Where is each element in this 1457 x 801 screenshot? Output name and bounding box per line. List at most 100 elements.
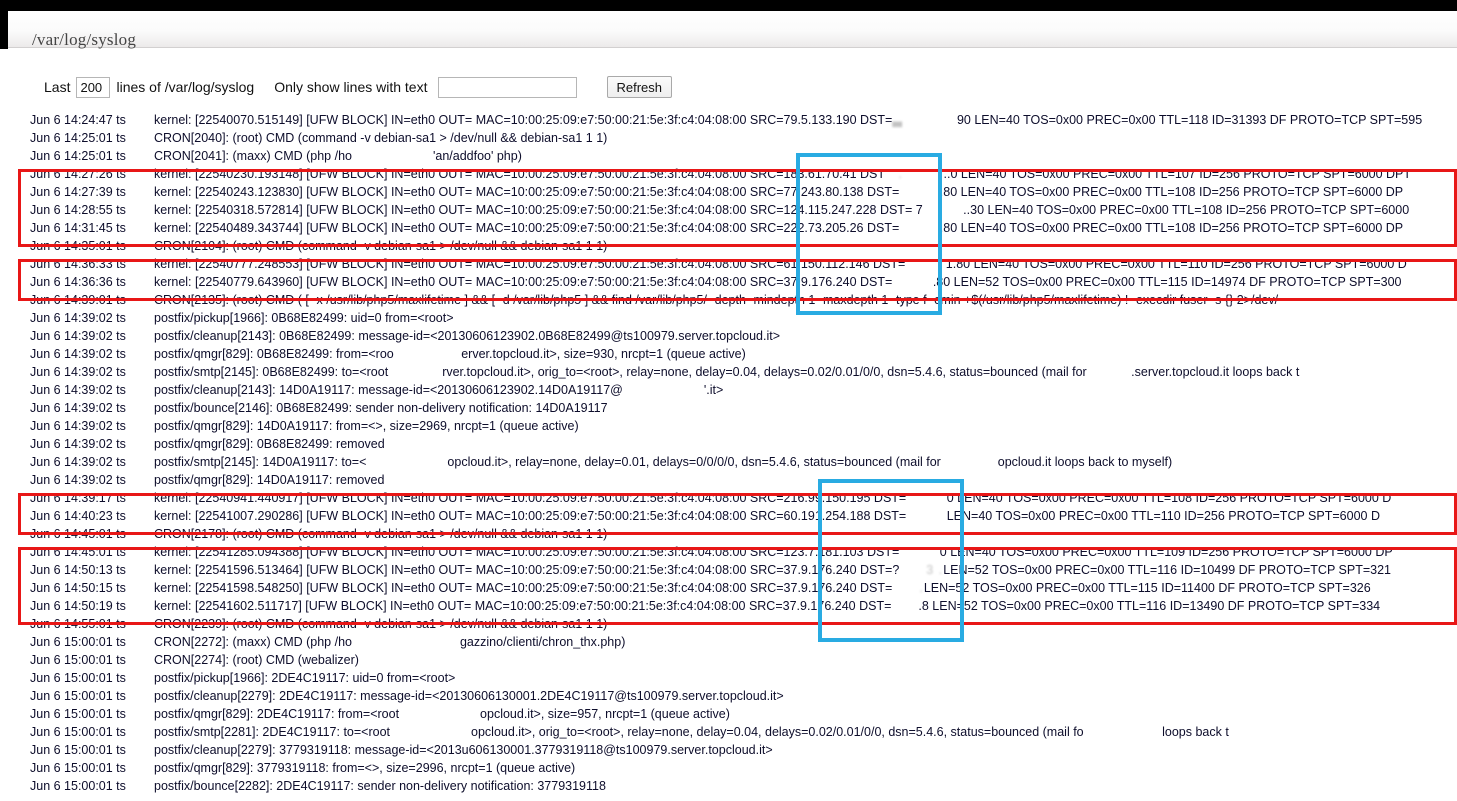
log-message-tail: rver.topcloud.it>, orig_to=<root>, relay…	[442, 365, 1300, 379]
log-message: CRON[2178]: (root) CMD (command -v debia…	[154, 527, 608, 541]
log-message-tail: LEN=40 TOS=0x00 PREC=0x00 TTL=110 ID=256…	[946, 509, 1380, 523]
log-message: CRON[2041]: (maxx) CMD (php /ho	[154, 149, 352, 163]
log-line: Jun 6 14:24:47 ts kernel: [22540070.51514…	[0, 111, 1457, 129]
filter-text-input[interactable]	[437, 76, 577, 98]
log-timestamp: Jun 6 14:39:02 ts	[30, 383, 126, 397]
log-line: Jun 6 14:28:55 ts kernel: [22540318.57281…	[0, 201, 1457, 219]
log-message-tail: gazzino/clienti/chron_thx.php)	[459, 635, 626, 649]
log-line: Jun 6 15:00:01 ts postfix/cleanup[2279]: …	[0, 741, 1457, 759]
log-timestamp: Jun 6 14:25:01 ts	[30, 131, 126, 145]
redacted-text	[891, 597, 918, 615]
log-timestamp: Jun 6 14:36:36 ts	[30, 275, 126, 289]
log-timestamp: Jun 6 15:00:01 ts	[30, 779, 126, 793]
log-line: Jun 6 14:39:02 ts postfix/cleanup[2143]: …	[0, 381, 1457, 399]
log-message: postfix/cleanup[2143]: 0B68E82499: messa…	[154, 329, 781, 343]
log-message: postfix/smtp[2145]: 14D0A19117: to=<	[154, 455, 367, 469]
log-message: CRON[2040]: (root) CMD (command -v debia…	[154, 131, 608, 145]
log-message-tail: 'an/addfoo' php)	[432, 149, 522, 163]
log-message-tail: 0 LEN=40 TOS=0x00 PREC=0x00 TTL=109 ID=2…	[939, 545, 1393, 559]
log-message: CRON[2239]: (root) CMD (command -v debia…	[154, 617, 608, 631]
log-message: postfix/qmgr[829]: 0B68E82499: from=<roo	[154, 347, 394, 361]
log-message-tail: .80 LEN=52 TOS=0x00 PREC=0x00 TTL=115 ID…	[932, 275, 1402, 289]
browser-chrome-top-bar	[0, 0, 1457, 11]
redacted-text	[390, 723, 471, 741]
log-message-tail: LEN=52 TOS=0x00 PREC=0x00 TTL=115 ID=114…	[923, 581, 1371, 595]
log-message: postfix/qmgr[829]: 14D0A19117: from=<>, …	[154, 419, 579, 433]
log-line: Jun 6 14:50:13 ts kernel: [22541596.51346…	[0, 561, 1457, 579]
log-line: Jun 6 14:50:15 ts kernel: [22541598.54825…	[0, 579, 1457, 597]
log-message-tail: LEN=52 TOS=0x00 PREC=0x00 TTL=116 ID=104…	[943, 563, 1392, 577]
log-message: postfix/qmgr[829]: 2DE4C19117: from=<roo…	[154, 707, 400, 721]
redacted-text	[899, 219, 940, 237]
redacted-text	[366, 453, 447, 471]
log-line: Jun 6 15:00:01 ts CRON[2272]: (maxx) CMD …	[0, 633, 1457, 651]
controls-bar: Last lines of /var/log/syslog Only show …	[0, 49, 1457, 111]
log-message-tail: opcloud.it>, orig_to=<root>, relay=none,…	[471, 725, 1229, 739]
log-line: Jun 6 14:39:02 ts postfix/qmgr[829]: 14D0…	[0, 471, 1457, 489]
redacted-text: 3 .	[899, 563, 944, 577]
log-timestamp: Jun 6 14:39:02 ts	[30, 329, 126, 343]
log-message-tail: erver.topcloud.it>, size=930, nrcpt=1 (q…	[461, 347, 746, 361]
log-message-tail: ..30 LEN=40 TOS=0x00 PREC=0x00 TTL=108 I…	[963, 203, 1410, 217]
log-line: Jun 6 14:39:02 ts postfix/qmgr[829]: 14D0…	[0, 417, 1457, 435]
browser-chrome-left-edge	[0, 11, 8, 51]
log-timestamp: Jun 6 14:50:19 ts	[30, 599, 126, 613]
log-timestamp: Jun 6 14:39:02 ts	[30, 419, 126, 433]
refresh-button[interactable]: Refresh	[606, 76, 673, 98]
log-timestamp: Jun 6 14:39:02 ts	[30, 473, 126, 487]
log-timestamp: Jun 6 14:39:02 ts	[30, 401, 126, 415]
log-message: CRON[2135]: (root) CMD ( [ -x /usr/lib/p…	[154, 293, 1279, 307]
log-message: CRON[2274]: (root) CMD (webalizer)	[154, 653, 359, 667]
log-timestamp: Jun 6 15:00:01 ts	[30, 689, 126, 703]
redacted-text: .	[885, 167, 944, 181]
log-message: postfix/bounce[2282]: 2DE4C19117: sender…	[154, 779, 606, 793]
log-message: kernel: [22540230.193148] [UFW BLOCK] IN…	[154, 167, 886, 181]
last-label: Last	[44, 79, 71, 95]
log-line: Jun 6 14:39:02 ts postfix/bounce[2146]: 0…	[0, 399, 1457, 417]
redacted-text	[352, 633, 460, 651]
log-line: Jun 6 14:36:36 ts kernel: [22540779.64396…	[0, 273, 1457, 291]
redacted-text	[905, 255, 946, 273]
log-message: postfix/qmgr[829]: 0B68E82499: removed	[154, 437, 385, 451]
log-timestamp: Jun 6 14:40:23 ts	[30, 509, 126, 523]
log-line: Jun 6 14:31:45 ts kernel: [22540489.34374…	[0, 219, 1457, 237]
log-timestamp: Jun 6 14:45:01 ts	[30, 545, 126, 559]
log-timestamp: Jun 6 15:00:01 ts	[30, 707, 126, 721]
log-message: kernel: [22541007.290286] [UFW BLOCK] IN…	[154, 509, 907, 523]
log-timestamp: Jun 6 14:39:02 ts	[30, 365, 126, 379]
log-message: kernel: [22540941.440917] [UFW BLOCK] IN…	[154, 491, 907, 505]
log-message: postfix/cleanup[2143]: 14D0A19117: messa…	[154, 383, 623, 397]
log-line: Jun 6 14:39:02 ts postfix/qmgr[829]: 0B68…	[0, 435, 1457, 453]
log-line: Jun 6 14:27:26 ts kernel: [22540230.19314…	[0, 165, 1457, 183]
log-timestamp: Jun 6 14:39:02 ts	[30, 347, 126, 361]
log-line: Jun 6 15:00:01 ts postfix/smtp[2281]: 2DE…	[0, 723, 1457, 741]
page-title: /var/log/syslog	[32, 30, 137, 49]
log-line: Jun 6 14:39:02 ts postfix/smtp[2145]: 0B6…	[0, 363, 1457, 381]
log-message: postfix/pickup[1966]: 0B68E82499: uid=0 …	[154, 311, 454, 325]
log-line: Jun 6 14:25:01 ts CRON[2041]: (maxx) CMD …	[0, 147, 1457, 165]
log-timestamp: Jun 6 14:50:15 ts	[30, 581, 126, 595]
log-line: Jun 6 14:35:01 ts CRON[2104]: (root) CMD …	[0, 237, 1457, 255]
log-timestamp: Jun 6 14:39:02 ts	[30, 437, 126, 451]
log-timestamp: Jun 6 14:27:26 ts	[30, 167, 126, 181]
log-message-tail: .8 LEN=52 TOS=0x00 PREC=0x00 TTL=116 ID=…	[918, 599, 1381, 613]
log-message-tail: 1.80 LEN=40 TOS=0x00 PREC=0x00 TTL=110 I…	[945, 257, 1407, 271]
log-output[interactable]: Jun 6 14:24:47 ts kernel: [22540070.51514…	[0, 111, 1457, 801]
log-message: postfix/cleanup[2279]: 2DE4C19117: messa…	[154, 689, 784, 703]
redacted-text	[388, 363, 442, 381]
lines-count-input[interactable]	[76, 76, 111, 98]
log-timestamp: Jun 6 14:39:17 ts	[30, 491, 126, 505]
log-line: Jun 6 15:00:01 ts postfix/pickup[1966]: 2…	[0, 669, 1457, 687]
log-line: Jun 6 14:39:02 ts postfix/pickup[1966]: 0…	[0, 309, 1457, 327]
log-timestamp: Jun 6 14:39:02 ts	[30, 455, 126, 469]
log-message: kernel: [22540489.343744] [UFW BLOCK] IN…	[154, 221, 900, 235]
log-line: Jun 6 14:39:17 ts kernel: [22540941.44091…	[0, 489, 1457, 507]
log-message: kernel: [22540318.572814] [UFW BLOCK] IN…	[154, 203, 923, 217]
log-viewer-page: /var/log/syslog Last lines of /var/log/s…	[0, 0, 1457, 801]
log-message: postfix/qmgr[829]: 14D0A19117: removed	[154, 473, 385, 487]
log-line: Jun 6 14:27:39 ts kernel: [22540243.12383…	[0, 183, 1457, 201]
log-timestamp: Jun 6 14:24:47 ts	[30, 113, 126, 127]
log-timestamp: Jun 6 14:45:01 ts	[30, 527, 126, 541]
log-message-tail: 90 LEN=40 TOS=0x00 PREC=0x00 TTL=118 ID=…	[956, 113, 1423, 127]
page-header: /var/log/syslog	[8, 11, 1457, 49]
